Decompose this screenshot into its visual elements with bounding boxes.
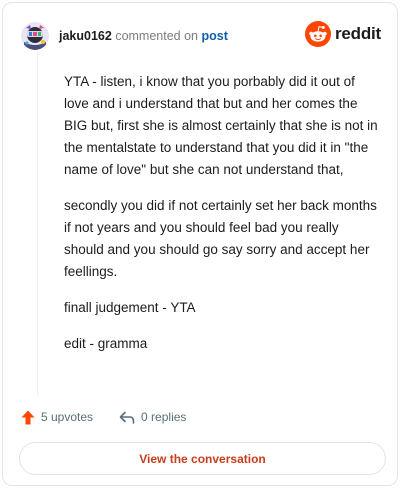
comment-meta: jaku0162 commented on post: [59, 28, 228, 44]
view-conversation-button[interactable]: View the conversation: [19, 442, 386, 475]
upvote-count: 5 upvotes: [41, 410, 94, 424]
reddit-snoo-icon: [304, 21, 331, 47]
reply-button[interactable]: 0 replies: [119, 410, 186, 424]
upvote-button[interactable]: 5 upvotes: [21, 410, 93, 425]
comment-paragraph: YTA - listen, i know that you porbably d…: [64, 74, 378, 177]
comment-actions: 5 upvotes 0 replies: [21, 407, 212, 427]
user-avatar[interactable]: [21, 22, 49, 50]
reddit-wordmark: reddit: [334, 24, 381, 43]
comment-paragraph: secondly you did if not certainly set he…: [64, 198, 377, 279]
comment-body: YTA - listen, i know that you porbably d…: [64, 71, 380, 369]
thread-line: [37, 51, 38, 395]
embedded-comment-card: jaku0162 commented on post reddit YTA - …: [2, 2, 398, 486]
comment-paragraph: finall judgement - YTA: [64, 300, 196, 315]
comment-header: jaku0162 commented on post reddit: [21, 18, 381, 54]
avatar-image: [21, 22, 49, 50]
comment-paragraph: edit - gramma: [64, 336, 148, 351]
reply-count: 0 replies: [141, 410, 187, 424]
reply-arrow-icon: [119, 411, 135, 424]
post-link[interactable]: post: [201, 29, 227, 43]
username-link[interactable]: jaku0162: [59, 29, 112, 43]
reddit-logo[interactable]: reddit: [304, 21, 381, 47]
action-text: commented on: [115, 29, 198, 43]
upvote-arrow-icon: [21, 410, 35, 425]
